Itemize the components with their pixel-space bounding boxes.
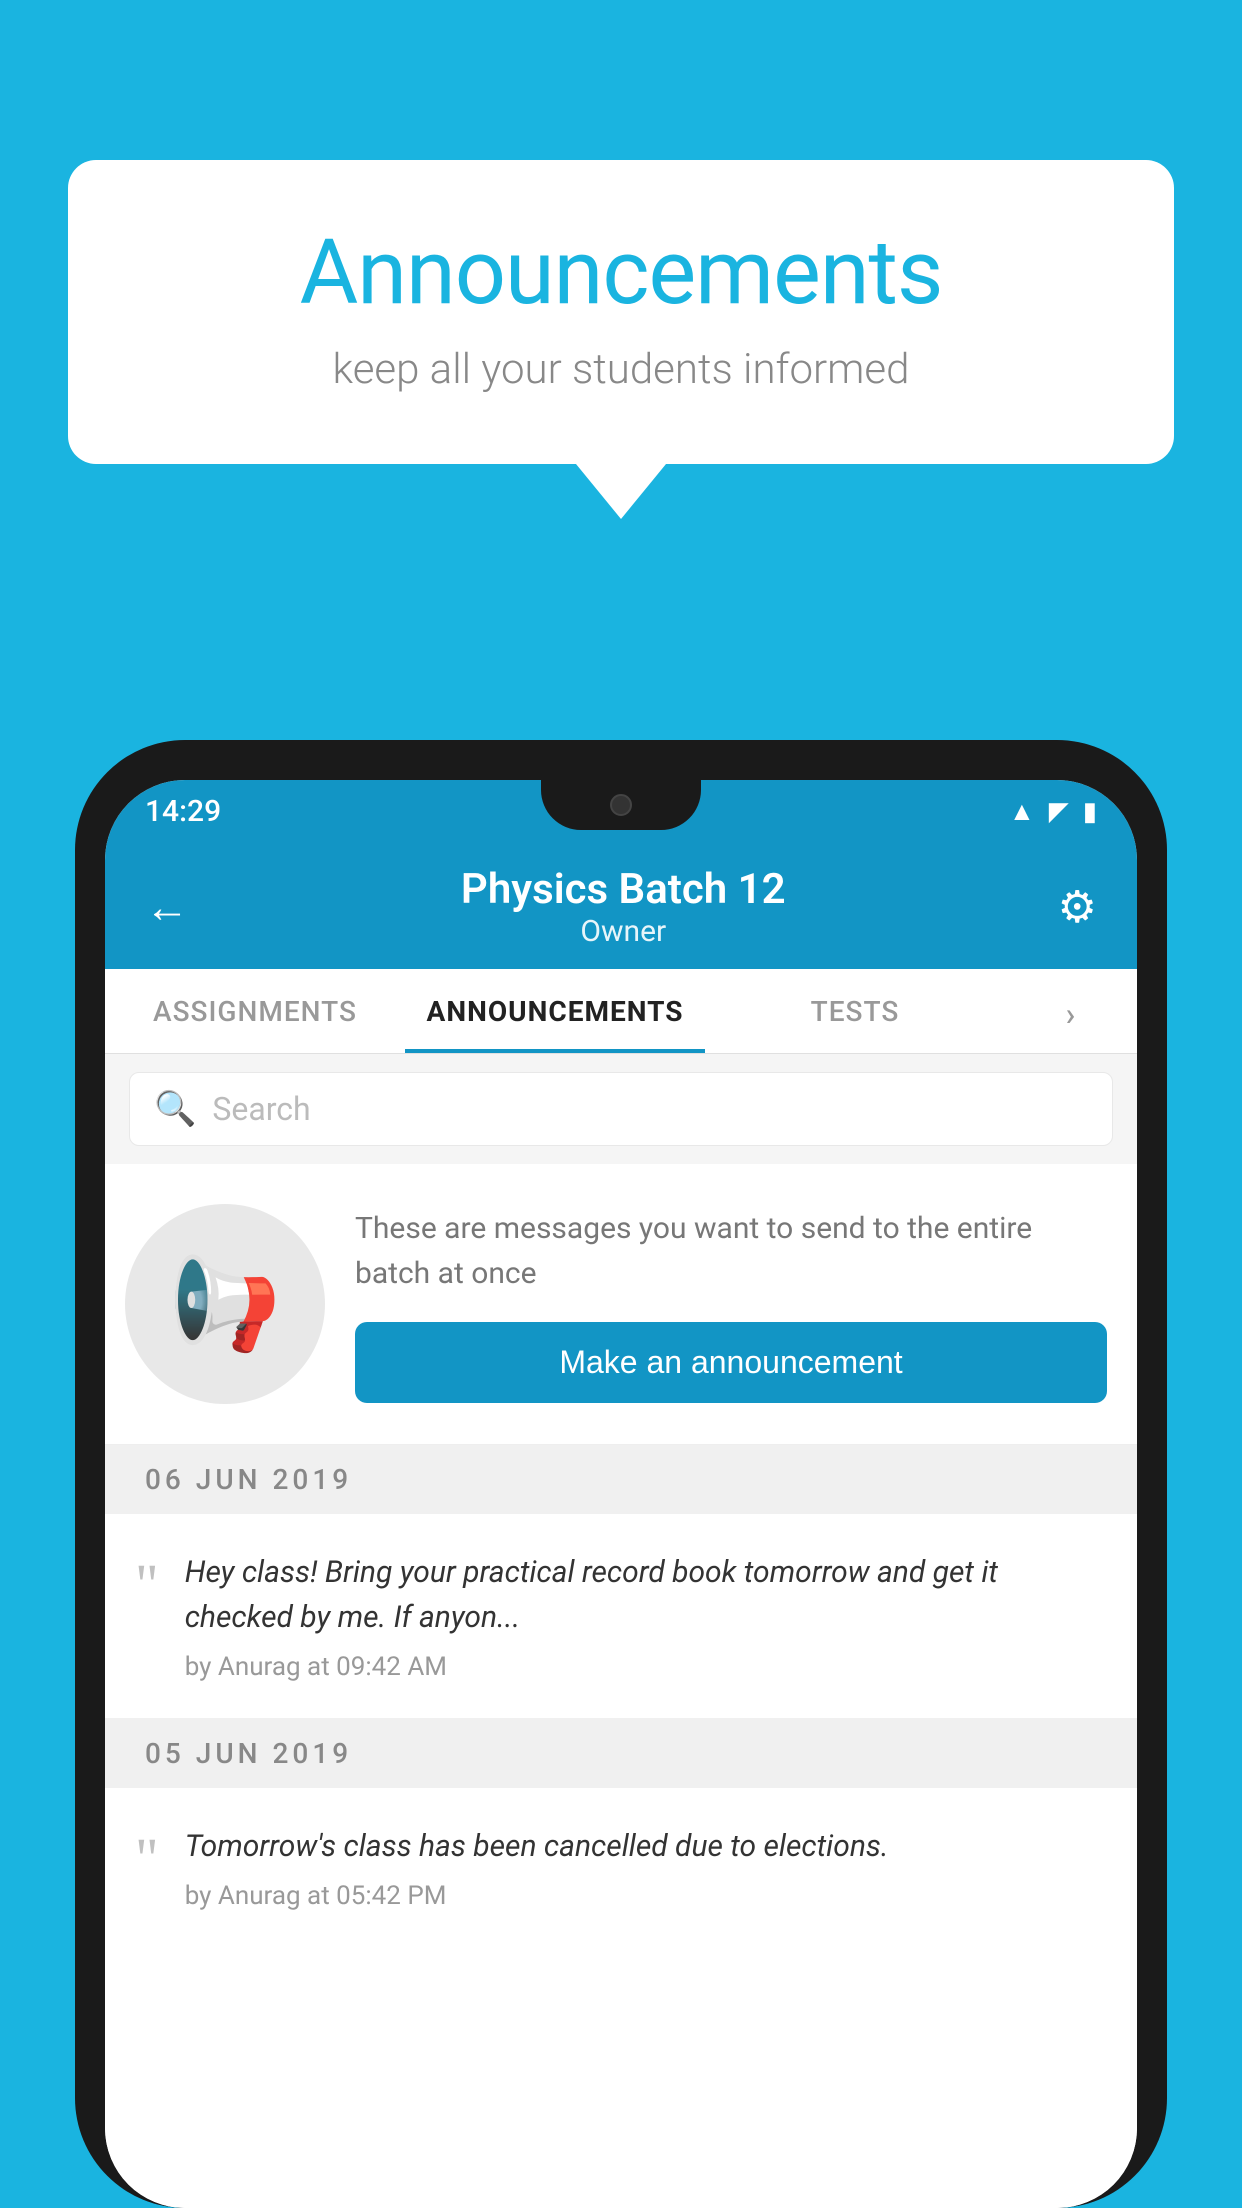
announcement-meta-2: by Anurag at 05:42 PM — [185, 1881, 1107, 1911]
quote-icon-1: " — [135, 1556, 159, 1614]
announcement-content-1: Hey class! Bring your practical record b… — [185, 1550, 1107, 1682]
battery-icon: ▮ — [1083, 797, 1097, 827]
notch-camera — [610, 794, 632, 816]
announcement-message-1: Hey class! Bring your practical record b… — [185, 1550, 1107, 1640]
tab-announcements[interactable]: ANNOUNCEMENTS — [405, 969, 705, 1053]
announcement-content-2: Tomorrow's class has been cancelled due … — [185, 1824, 1107, 1911]
tabs-bar: ASSIGNMENTS ANNOUNCEMENTS TESTS › — [105, 969, 1137, 1054]
make-announcement-button[interactable]: Make an announcement — [355, 1322, 1107, 1403]
app-header: ← Physics Batch 12 Owner ⚙ — [105, 839, 1137, 969]
phone-screen: 14:29 ▲ ◤ ▮ ← Physics Batch 12 Owner ⚙ — [105, 780, 1137, 2208]
announcement-promo-section: 📢 These are messages you want to send to… — [105, 1164, 1137, 1445]
date-divider-1: 06 JUN 2019 — [105, 1445, 1137, 1514]
gear-icon[interactable]: ⚙ — [1058, 881, 1097, 933]
announcement-promo-right: These are messages you want to send to t… — [355, 1206, 1107, 1403]
status-icons: ▲ ◤ ▮ — [1009, 796, 1097, 827]
speech-bubble-area: Announcements keep all your students inf… — [68, 160, 1174, 519]
announcement-item-1[interactable]: " Hey class! Bring your practical record… — [105, 1514, 1137, 1719]
phone-frame: 14:29 ▲ ◤ ▮ ← Physics Batch 12 Owner ⚙ — [75, 740, 1167, 2208]
signal-icon: ◤ — [1049, 797, 1069, 827]
speech-bubble-title: Announcements — [128, 220, 1114, 325]
announcement-message-2: Tomorrow's class has been cancelled due … — [185, 1824, 1107, 1869]
status-time: 14:29 — [145, 794, 221, 829]
search-icon: 🔍 — [154, 1089, 196, 1129]
tab-more[interactable]: › — [1005, 969, 1137, 1053]
megaphone-icon: 📢 — [169, 1252, 281, 1357]
header-title: Physics Batch 12 — [189, 865, 1058, 914]
phone-frame-container: 14:29 ▲ ◤ ▮ ← Physics Batch 12 Owner ⚙ — [75, 740, 1167, 2208]
phone-content: 🔍 Search 📢 These are messages you want t… — [105, 1054, 1137, 2208]
speech-bubble-subtitle: keep all your students informed — [128, 345, 1114, 394]
header-title-area: Physics Batch 12 Owner — [189, 865, 1058, 949]
header-subtitle: Owner — [189, 914, 1058, 949]
wifi-icon: ▲ — [1009, 796, 1035, 827]
quote-icon-2: " — [135, 1830, 159, 1888]
speech-bubble-arrow — [576, 464, 666, 519]
notch — [541, 780, 701, 830]
search-bar-wrapper: 🔍 Search — [105, 1054, 1137, 1164]
date-divider-2: 05 JUN 2019 — [105, 1719, 1137, 1788]
status-bar: 14:29 ▲ ◤ ▮ — [105, 780, 1137, 839]
announcement-promo-description: These are messages you want to send to t… — [355, 1206, 1107, 1296]
search-placeholder: Search — [212, 1090, 310, 1128]
back-button[interactable]: ← — [145, 881, 189, 933]
announcement-item-2[interactable]: " Tomorrow's class has been cancelled du… — [105, 1788, 1137, 1947]
speech-bubble: Announcements keep all your students inf… — [68, 160, 1174, 464]
announcement-icon-circle: 📢 — [125, 1204, 325, 1404]
announcement-meta-1: by Anurag at 09:42 AM — [185, 1652, 1107, 1682]
tab-tests[interactable]: TESTS — [705, 969, 1005, 1053]
search-bar[interactable]: 🔍 Search — [129, 1072, 1113, 1146]
tab-assignments[interactable]: ASSIGNMENTS — [105, 969, 405, 1053]
